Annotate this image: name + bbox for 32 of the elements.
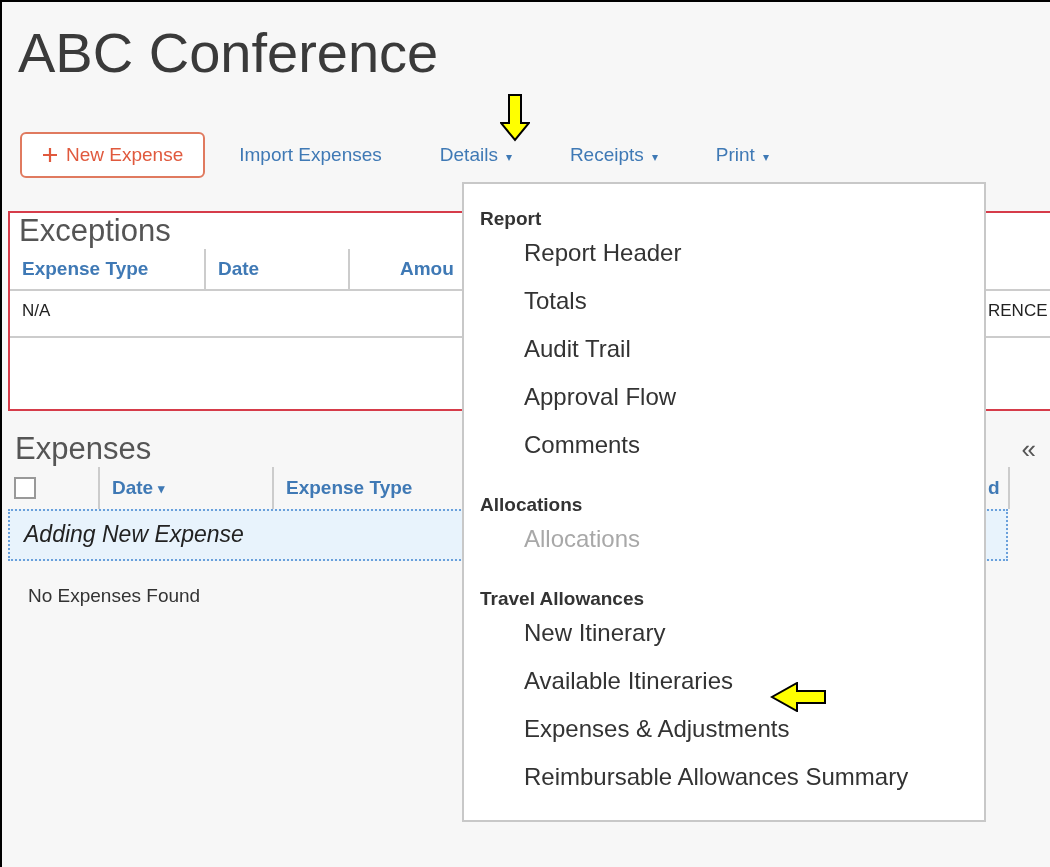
menu-item[interactable]: Audit Trail <box>480 330 984 378</box>
empty-message: No Expenses Found <box>28 585 201 607</box>
menu-item[interactable]: Expenses & Adjustments <box>480 710 984 758</box>
menu-item[interactable]: Available Itineraries <box>480 662 984 710</box>
menu-heading: Travel Allowances <box>480 588 646 611</box>
plus-icon <box>42 147 58 163</box>
new-expense-button[interactable]: New Expense <box>20 132 206 178</box>
column-header[interactable]: Expense Type <box>274 467 413 509</box>
table-cell-text: N/A <box>21 300 52 322</box>
column-header[interactable]: Date <box>206 249 350 289</box>
select-all-checkbox[interactable] <box>14 477 36 499</box>
menu-heading: Report <box>480 208 543 231</box>
menu-item[interactable]: Totals <box>480 282 984 330</box>
section-heading: Expenses <box>15 431 152 467</box>
menu-item[interactable]: New Itinerary <box>480 614 984 662</box>
page-title: ABC Conference <box>17 20 440 86</box>
menu-item[interactable]: Comments <box>480 426 984 474</box>
toolbar-link[interactable]: Import Expenses <box>239 144 382 166</box>
collapse-button[interactable]: « <box>1021 433 1036 465</box>
table-cell-text: RENCE <box>988 300 1049 322</box>
down-arrow-icon <box>500 94 530 142</box>
menu-item[interactable]: Approval Flow <box>480 378 984 426</box>
toolbar-link[interactable]: Details ▾ <box>439 144 512 166</box>
left-arrow-icon <box>770 682 826 712</box>
toolbar-link[interactable]: Print ▾ <box>715 144 769 166</box>
section-heading: Exceptions <box>19 213 171 249</box>
column-header[interactable]: Expense Type <box>10 249 206 289</box>
toolbar-link[interactable]: Receipts ▾ <box>569 144 658 166</box>
menu-heading: Allocations <box>480 494 584 517</box>
column-header[interactable]: Amou <box>350 249 454 289</box>
menu-item[interactable]: Reimbursable Allowances Summary <box>480 758 984 806</box>
menu-item[interactable]: Report Header <box>480 234 984 282</box>
